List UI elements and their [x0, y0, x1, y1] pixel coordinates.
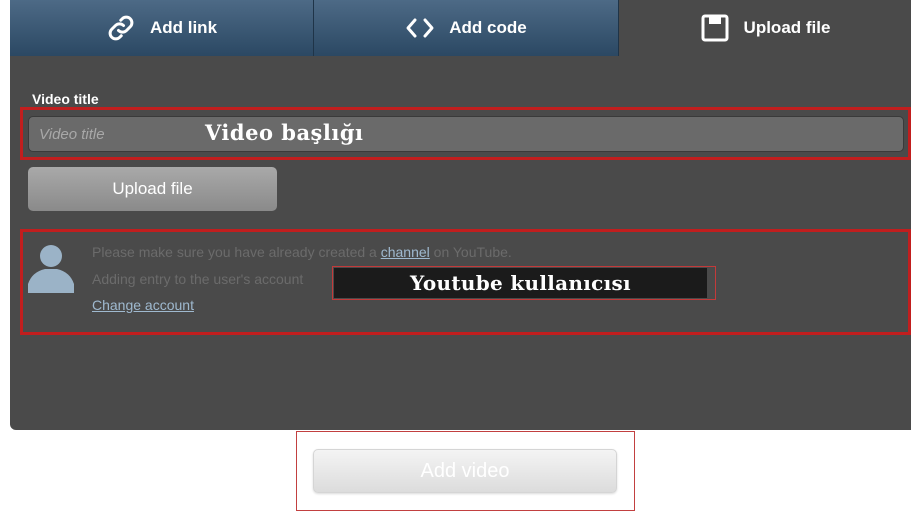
floppy-disk-icon	[700, 13, 730, 43]
upload-file-button[interactable]: Upload file	[28, 167, 277, 211]
tab-upload-file-label: Upload file	[743, 18, 831, 37]
tab-bar: Add link Add code Upload file	[10, 0, 911, 56]
tab-add-code[interactable]: Add code	[314, 0, 619, 56]
annotation-highlight-title	[20, 107, 911, 160]
upload-panel	[10, 0, 911, 430]
tab-add-code-label: Add code	[449, 18, 527, 37]
tab-upload-file[interactable]: Upload file	[619, 0, 911, 56]
tab-add-link-label: Add link	[149, 18, 218, 37]
tab-add-link[interactable]: Add link	[10, 0, 314, 56]
link-icon	[106, 13, 136, 43]
video-title-label: Video title	[32, 91, 99, 107]
annotation-highlight-youtube	[20, 229, 911, 335]
annotation-highlight-add-video	[296, 431, 635, 511]
code-icon	[405, 16, 435, 40]
